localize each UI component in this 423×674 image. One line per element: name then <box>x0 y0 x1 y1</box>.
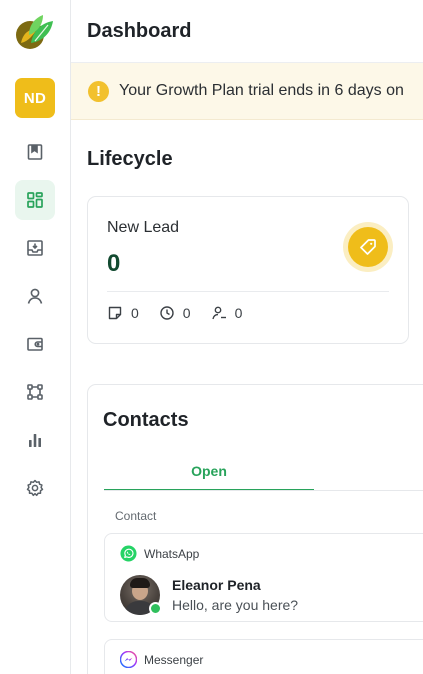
clock-icon <box>160 306 174 320</box>
sidebar: ND <box>0 0 71 674</box>
stage-badge <box>343 222 393 272</box>
contacts-card: Contacts Open Contact WhatsApp Eleanor P… <box>87 384 423 674</box>
whatsapp-icon <box>120 545 137 562</box>
workflow-icon <box>27 384 43 400</box>
wallet-icon <box>27 337 43 351</box>
online-status-dot <box>149 602 162 615</box>
bar-chart-icon <box>29 434 41 447</box>
contacts-title: Contacts <box>103 409 189 431</box>
stat-assigned: 0 <box>211 305 243 321</box>
lifecycle-title: Lifecycle <box>87 148 173 170</box>
sidebar-item-bookmarks[interactable] <box>15 132 55 172</box>
stat-pending: 0 <box>159 305 191 321</box>
user-icon <box>27 288 43 304</box>
trial-banner-text: Your Growth Plan trial ends in 6 days on <box>119 82 404 99</box>
tab-open[interactable]: Open <box>104 453 314 491</box>
column-header-contact: Contact <box>115 509 157 523</box>
bookmark-icon <box>27 144 43 160</box>
tag-icon <box>360 239 376 255</box>
tabs-divider <box>104 490 423 491</box>
last-message: Hello, are you here? <box>172 597 299 613</box>
sidebar-item-wallet[interactable] <box>15 324 55 364</box>
sidebar-item-inbox[interactable] <box>15 228 55 268</box>
stage-name: New Lead <box>107 219 180 236</box>
stage-divider <box>107 291 389 292</box>
stat-pending-value: 0 <box>182 305 191 321</box>
sidebar-item-dashboard[interactable] <box>15 180 55 220</box>
warning-icon: ! <box>88 80 109 102</box>
trial-banner: ! Your Growth Plan trial ends in 6 days … <box>71 63 423 120</box>
dashboard-grid-icon <box>27 192 43 208</box>
lifecycle-stage-card[interactable]: New Lead 0 0 0 0 <box>87 196 409 344</box>
sidebar-item-contacts[interactable] <box>15 276 55 316</box>
channel-label: Messenger <box>120 651 203 668</box>
app-logo[interactable] <box>15 13 55 51</box>
sidebar-item-settings[interactable] <box>15 468 55 508</box>
page-title: Dashboard <box>87 20 192 42</box>
sidebar-item-reports[interactable] <box>15 420 55 460</box>
channel-name: Messenger <box>144 652 204 667</box>
inbox-download-icon <box>27 240 43 256</box>
channel-name: WhatsApp <box>144 546 200 561</box>
stage-stats: 0 0 0 <box>107 305 262 321</box>
conversation-item[interactable]: WhatsApp Eleanor Pena Hello, are you her… <box>104 533 423 622</box>
contact-name: Eleanor Pena <box>172 577 261 593</box>
note-icon <box>108 306 122 320</box>
stat-notes-value: 0 <box>131 305 139 321</box>
messenger-icon <box>120 651 137 668</box>
channel-label: WhatsApp <box>120 545 199 562</box>
stat-assigned-value: 0 <box>234 305 243 321</box>
stage-count: 0 <box>107 250 121 277</box>
stat-notes: 0 <box>107 305 139 321</box>
gear-icon <box>26 479 44 497</box>
user-avatar[interactable]: ND <box>15 78 55 118</box>
sidebar-item-workflows[interactable] <box>15 372 55 412</box>
conversation-item[interactable]: Messenger <box>104 639 423 674</box>
user-minus-icon <box>211 306 226 320</box>
